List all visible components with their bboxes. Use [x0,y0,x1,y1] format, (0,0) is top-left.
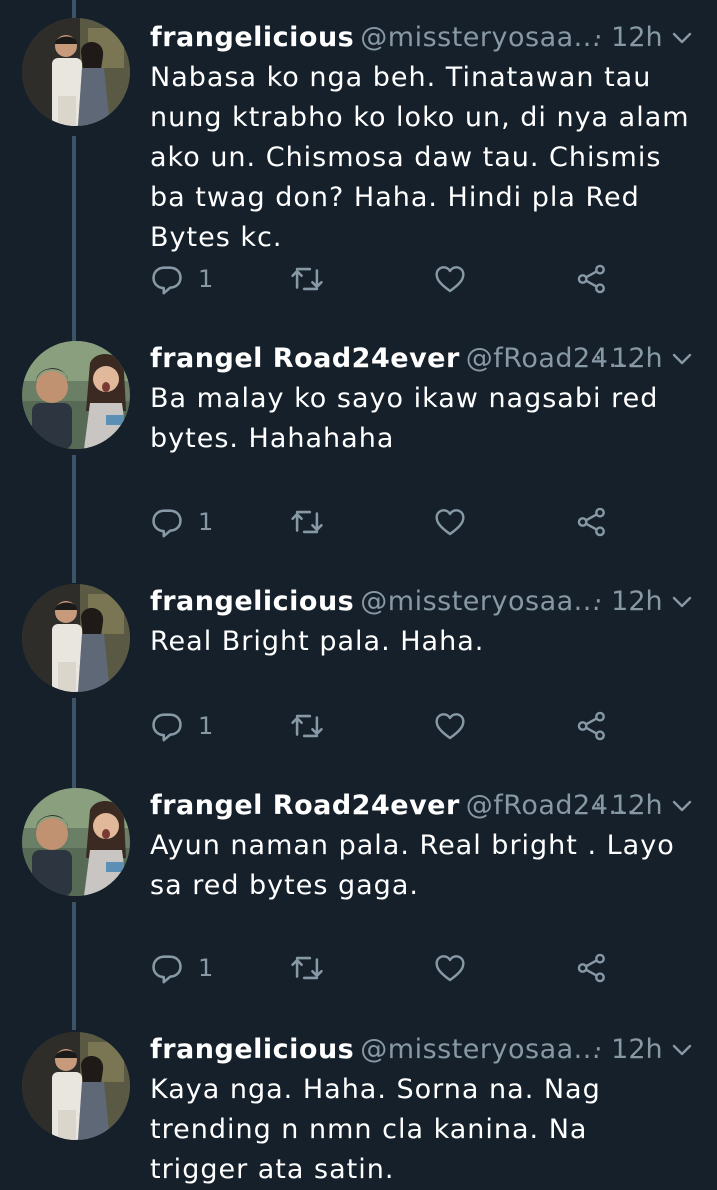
tweet[interactable]: frangel Road24ever @fRoad24... · 12h Ba m… [0,339,717,559]
timestamp[interactable]: · 12h [594,582,663,622]
reply-icon [150,951,184,985]
tweet-text: Kaya nga. Haha. Sorna na. Nag trending n… [150,1074,601,1185]
timestamp[interactable]: · 12h [594,1030,663,1070]
chevron-down-icon[interactable] [670,26,694,50]
timestamp[interactable]: · 12h [594,339,663,379]
chevron-down-icon[interactable] [670,1038,694,1062]
share-icon [576,506,608,538]
share-icon [576,952,608,984]
like-button[interactable] [434,259,466,299]
avatar[interactable] [22,18,130,126]
reply-icon [150,505,184,539]
author-name[interactable]: frangel Road24ever [150,790,460,821]
chevron-down-icon[interactable] [670,794,694,818]
share-button[interactable] [576,502,608,542]
share-button[interactable] [576,259,608,299]
reply-count: 1 [198,712,214,740]
tweet-header: frangelicious @missteryosaa... · 12h [150,582,700,622]
author-name[interactable]: frangelicious [150,1034,354,1065]
heart-icon [434,710,466,742]
tweet-text: Nabasa ko nga beh. Tinatawan tau nung kt… [150,62,690,253]
tweet-actions: 1 [150,259,650,299]
tweet-header: frangel Road24ever @fRoad24... · 12h [150,786,700,826]
share-button[interactable] [576,706,608,746]
chevron-down-icon[interactable] [670,347,694,371]
reply-count: 1 [198,508,214,536]
heart-icon [434,506,466,538]
chevron-down-icon[interactable] [670,590,694,614]
avatar[interactable] [22,1032,130,1140]
avatar[interactable] [22,341,130,449]
retweet-button[interactable] [290,502,324,542]
tweet[interactable]: frangelicious @missteryosaa... · 12h Kaya… [0,1030,717,1185]
share-button[interactable] [576,948,608,988]
thread-line [72,0,76,18]
retweet-button[interactable] [290,948,324,988]
reply-button[interactable]: 1 [150,948,213,988]
tweet-text: Ayun naman pala. Real bright . Layo sa r… [150,830,675,901]
heart-icon [434,263,466,295]
share-icon [576,263,608,295]
tweet[interactable]: frangel Road24ever @fRoad24... · 12h Ayun… [0,786,717,1006]
tweet-header: frangelicious @missteryosaa... · 12h [150,18,700,58]
reply-button[interactable]: 1 [150,502,213,542]
timestamp[interactable]: · 12h [594,786,663,826]
tweet-text: Real Bright pala. Haha. [150,626,485,657]
reply-icon [150,262,184,296]
heart-icon [434,952,466,984]
tweet-text: Ba malay ko sayo ikaw nagsabi red bytes.… [150,383,659,454]
author-handle[interactable]: @missteryosaa... [360,1034,601,1065]
tweet-header: frangelicious @missteryosaa... · 12h [150,1030,700,1070]
reply-count: 1 [198,265,214,293]
retweet-button[interactable] [290,259,324,299]
author-handle[interactable]: @missteryosaa... [360,586,601,617]
retweet-icon [290,262,324,296]
tweet-actions: 1 [150,502,650,542]
reply-icon [150,709,184,743]
retweet-icon [290,951,324,985]
retweet-button[interactable] [290,706,324,746]
reply-count: 1 [198,954,214,982]
reply-button[interactable]: 1 [150,259,213,299]
author-name[interactable]: frangel Road24ever [150,343,460,374]
tweet[interactable]: frangelicious @missteryosaa... · 12h Naba… [0,18,717,318]
tweet[interactable]: frangelicious @missteryosaa... · 12h Real… [0,582,717,762]
retweet-icon [290,505,324,539]
avatar[interactable] [22,788,130,896]
share-icon [576,710,608,742]
reply-button[interactable]: 1 [150,706,213,746]
timestamp[interactable]: · 12h [594,18,663,58]
tweet-header: frangel Road24ever @fRoad24... · 12h [150,339,700,379]
like-button[interactable] [434,706,466,746]
author-name[interactable]: frangelicious [150,22,354,53]
retweet-icon [290,709,324,743]
like-button[interactable] [434,948,466,988]
avatar[interactable] [22,584,130,692]
tweet-actions: 1 [150,706,650,746]
like-button[interactable] [434,502,466,542]
tweet-actions: 1 [150,948,650,988]
author-handle[interactable]: @missteryosaa... [360,22,601,53]
author-name[interactable]: frangelicious [150,586,354,617]
